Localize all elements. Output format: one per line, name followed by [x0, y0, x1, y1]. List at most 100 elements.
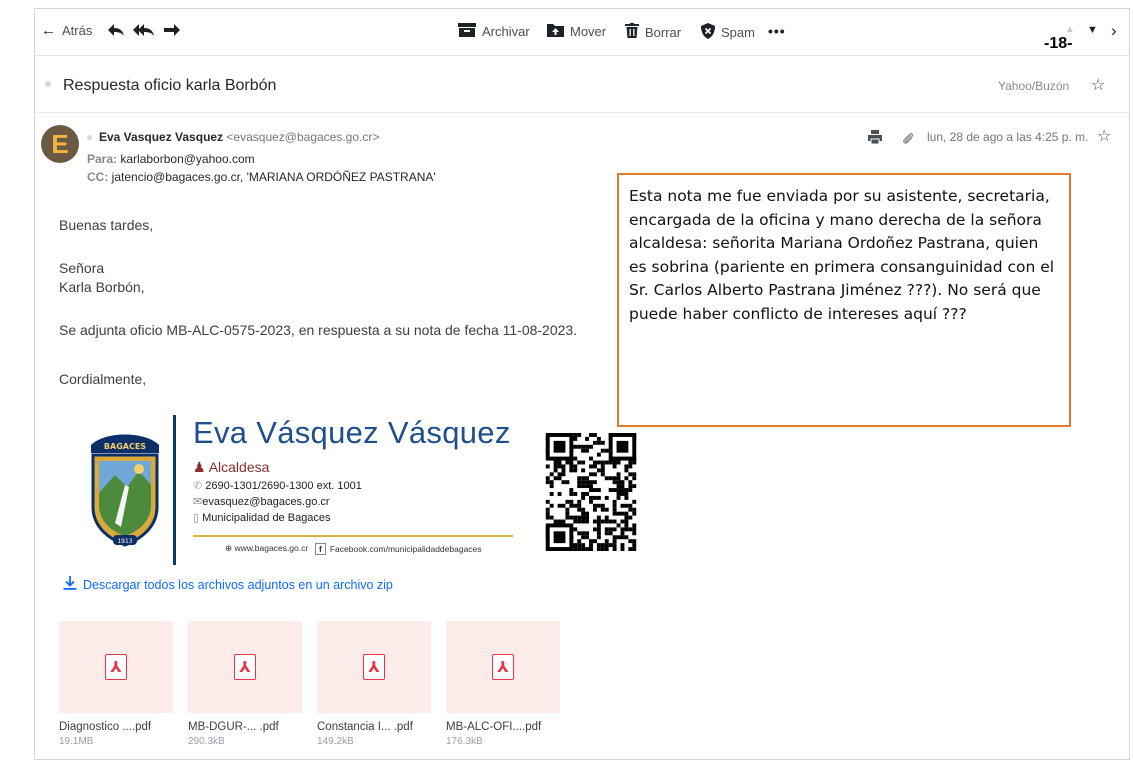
subject-row: Respuesta oficio karla Borbón Yahoo/Buzó… [35, 67, 1129, 103]
message-subject: Respuesta oficio karla Borbón [63, 77, 277, 94]
to-recipient[interactable]: karlaborbon@yahoo.com [120, 152, 254, 166]
trash-icon [625, 23, 639, 41]
attachment-card[interactable]: ⅄ MB-DGUR-... .pdf 290.3kB [188, 621, 302, 747]
sender-line: Eva Vasquez Vasquez <evasquez@bagaces.go… [87, 130, 379, 144]
sender-email[interactable]: <evasquez@bagaces.go.cr> [226, 130, 379, 144]
signature-email-value[interactable]: evasquez@bagaces.go.cr [202, 496, 329, 508]
signature-divider [173, 415, 176, 565]
message-date: lun, 28 de ago a las 4:25 p. m. [927, 130, 1089, 144]
move-label: Mover [570, 24, 607, 39]
signature-facebook: f Facebook.com/municipalidaddebagaces [315, 543, 482, 555]
email-window: ← Atrás Archivar Mover Borrar Spam ••• ▲… [34, 8, 1130, 760]
crest-year: 1913 [117, 538, 132, 545]
spam-button[interactable]: Spam [701, 23, 755, 42]
download-all-label: Descargar todos los archivos adjuntos en… [83, 578, 393, 592]
building-icon: ▯ [193, 512, 200, 524]
closing: Cordialmente, [59, 371, 147, 387]
attachment-size: 149.2kB [317, 736, 354, 747]
attachment-thumbnail: ⅄ [59, 621, 173, 713]
attachment-name: MB-DGUR-... .pdf [188, 721, 279, 733]
sender-name[interactable]: Eva Vasquez Vasquez [99, 130, 223, 144]
previous-message-icon[interactable]: ▲ [1065, 24, 1075, 35]
more-dots-icon: ••• [768, 23, 786, 39]
attachment-clip-icon [902, 131, 914, 148]
qr-code-icon [545, 433, 637, 551]
attachment-size: 176.3kB [446, 736, 483, 747]
attachment-name: Diagnostico ....pdf [59, 721, 152, 733]
reply-all-button[interactable] [133, 23, 155, 40]
crest-text: BAGACES [104, 442, 146, 451]
signature-email: ✉evasquez@bagaces.go.cr [193, 495, 330, 508]
pdf-icon: ⅄ [492, 654, 514, 680]
signature-role-label: Alcaldesa [208, 459, 270, 475]
attachment-card[interactable]: ⅄ Diagnostico ....pdf 19.1MB [59, 621, 173, 747]
salutation-title: Señora [59, 260, 105, 276]
close-panel-icon[interactable]: › [1111, 21, 1117, 41]
pdf-icon: ⅄ [363, 654, 385, 680]
annotation-note: Esta nota me fue enviada por su asistent… [617, 173, 1071, 427]
mail-icon: ✉ [193, 496, 203, 508]
reply-button[interactable] [107, 23, 125, 40]
unread-dot-icon [87, 135, 92, 141]
page-number: -18- [1044, 35, 1073, 52]
body-paragraph: Se adjunta oficio MB-ALC-0575-2023, en r… [59, 322, 578, 338]
next-message-icon[interactable]: ▼ [1087, 24, 1098, 36]
signature-phone: ✆ 2690-1301/2690-1300 ext. 1001 [193, 479, 362, 492]
delete-label: Borrar [645, 24, 682, 40]
star-icon[interactable]: ☆ [1097, 126, 1111, 146]
move-folder-icon [547, 23, 564, 40]
person-icon: ♟ [193, 459, 206, 475]
delete-button[interactable]: Borrar [625, 23, 681, 41]
cc-recipients[interactable]: jatencio@bagaces.go.cr, 'MARIANA ORDÓÑEZ… [112, 170, 436, 184]
more-button[interactable]: ••• [768, 23, 786, 39]
signature-gold-line [193, 535, 513, 537]
subject-divider [35, 112, 1129, 113]
attachment-name: Constancia I... .pdf [317, 721, 413, 733]
pdf-icon: ⅄ [105, 654, 127, 680]
salutation-name: Karla Borbón, [59, 279, 145, 295]
forward-button[interactable] [163, 23, 181, 40]
folder-label[interactable]: Yahoo/Buzón [998, 79, 1069, 93]
arrow-left-icon: ← [41, 22, 56, 39]
back-button[interactable]: ← Atrás [41, 23, 92, 38]
signature-role: ♟ Alcaldesa [193, 459, 269, 476]
signature-phone-value: 2690-1301/2690-1300 ext. 1001 [205, 480, 362, 492]
signature-facebook-value[interactable]: Facebook.com/municipalidaddebagaces [330, 544, 482, 554]
forward-icon [163, 23, 181, 40]
signature-org-value: Municipalidad de Bagaces [202, 512, 331, 524]
spam-label: Spam [721, 25, 755, 40]
unread-dot-icon [45, 81, 51, 87]
signature-name: Eva Vásquez Vásquez [193, 415, 511, 450]
star-icon[interactable]: ☆ [1091, 75, 1105, 95]
signature-org: ▯ Municipalidad de Bagaces [193, 511, 331, 524]
avatar[interactable]: E [41, 125, 79, 163]
attachment-size: 19.1MB [59, 736, 94, 747]
attachment-thumbnail: ⅄ [317, 621, 431, 713]
globe-icon: ⊕ [225, 543, 233, 553]
reply-icon [107, 23, 125, 40]
attachment-size: 290.3kB [188, 736, 225, 747]
signature-web-value[interactable]: www.bagaces.go.cr [235, 543, 309, 553]
archive-icon [458, 23, 476, 40]
attachment-thumbnail: ⅄ [188, 621, 302, 713]
attachment-name: MB-ALC-OFI....pdf [446, 721, 542, 733]
facebook-icon: f [315, 543, 326, 555]
message-toolbar: ← Atrás Archivar Mover Borrar Spam ••• ▲… [35, 9, 1129, 55]
attachment-card[interactable]: ⅄ MB-ALC-OFI....pdf 176.3kB [446, 621, 560, 747]
download-all-link[interactable]: Descargar todos los archivos adjuntos en… [63, 576, 393, 594]
phone-icon: ✆ [193, 480, 203, 492]
cc-label: CC: [87, 170, 109, 184]
to-line: Para: karlaborbon@yahoo.com [87, 152, 255, 166]
download-icon [63, 576, 77, 594]
shield-icon [701, 23, 715, 42]
attachment-card[interactable]: ⅄ Constancia I... .pdf 149.2kB [317, 621, 431, 747]
cc-line: CC: jatencio@bagaces.go.cr, 'MARIANA ORD… [87, 170, 436, 184]
back-label: Atrás [62, 23, 93, 38]
print-icon[interactable] [868, 130, 882, 147]
attachment-thumbnail: ⅄ [446, 621, 560, 713]
archive-button[interactable]: Archivar [458, 23, 530, 40]
municipal-crest-icon: BAGACES 1913 [91, 434, 159, 547]
toolbar-divider [35, 55, 1129, 56]
move-button[interactable]: Mover [547, 23, 606, 40]
archive-label: Archivar [482, 24, 530, 39]
